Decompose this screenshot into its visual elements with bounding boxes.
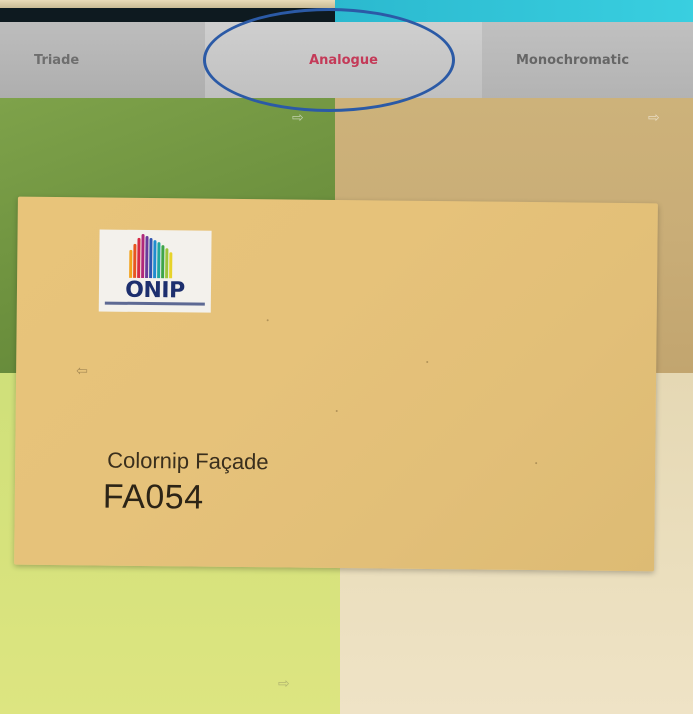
logo-stripes-icon xyxy=(129,233,181,279)
logo-wordmark: ONIP xyxy=(125,277,185,304)
arrow-right-icon[interactable]: ⇨ xyxy=(292,110,304,126)
color-card[interactable]: ⇦ ONIP Colornip Façade FA054 xyxy=(14,196,658,572)
tab-analogue[interactable]: Analogue xyxy=(205,22,482,98)
top-strip-left xyxy=(0,0,335,22)
color-range-name: Colornip Façade xyxy=(107,447,269,475)
card-texture xyxy=(535,462,538,465)
scheme-tab-bar: Triade Analogue Monochromatic xyxy=(0,22,693,98)
arrow-left-icon[interactable]: ⇦ xyxy=(76,363,88,379)
arrow-right-icon[interactable]: ⇨ xyxy=(278,676,290,692)
tab-triade[interactable]: Triade xyxy=(0,22,205,98)
card-texture xyxy=(335,409,338,413)
logo-underline xyxy=(104,301,205,306)
card-texture xyxy=(426,360,429,363)
top-strip-right xyxy=(335,0,693,22)
card-texture xyxy=(266,319,269,322)
top-strip xyxy=(0,0,693,22)
color-code: FA054 xyxy=(102,477,204,517)
tab-monochromatic[interactable]: Monochromatic xyxy=(482,22,693,98)
app-screen: Triade Analogue Monochromatic ⇨ ⇨ ⇨ ⇦ ON… xyxy=(0,0,693,714)
onip-logo: ONIP xyxy=(98,229,212,313)
arrow-right-icon[interactable]: ⇨ xyxy=(648,110,660,126)
